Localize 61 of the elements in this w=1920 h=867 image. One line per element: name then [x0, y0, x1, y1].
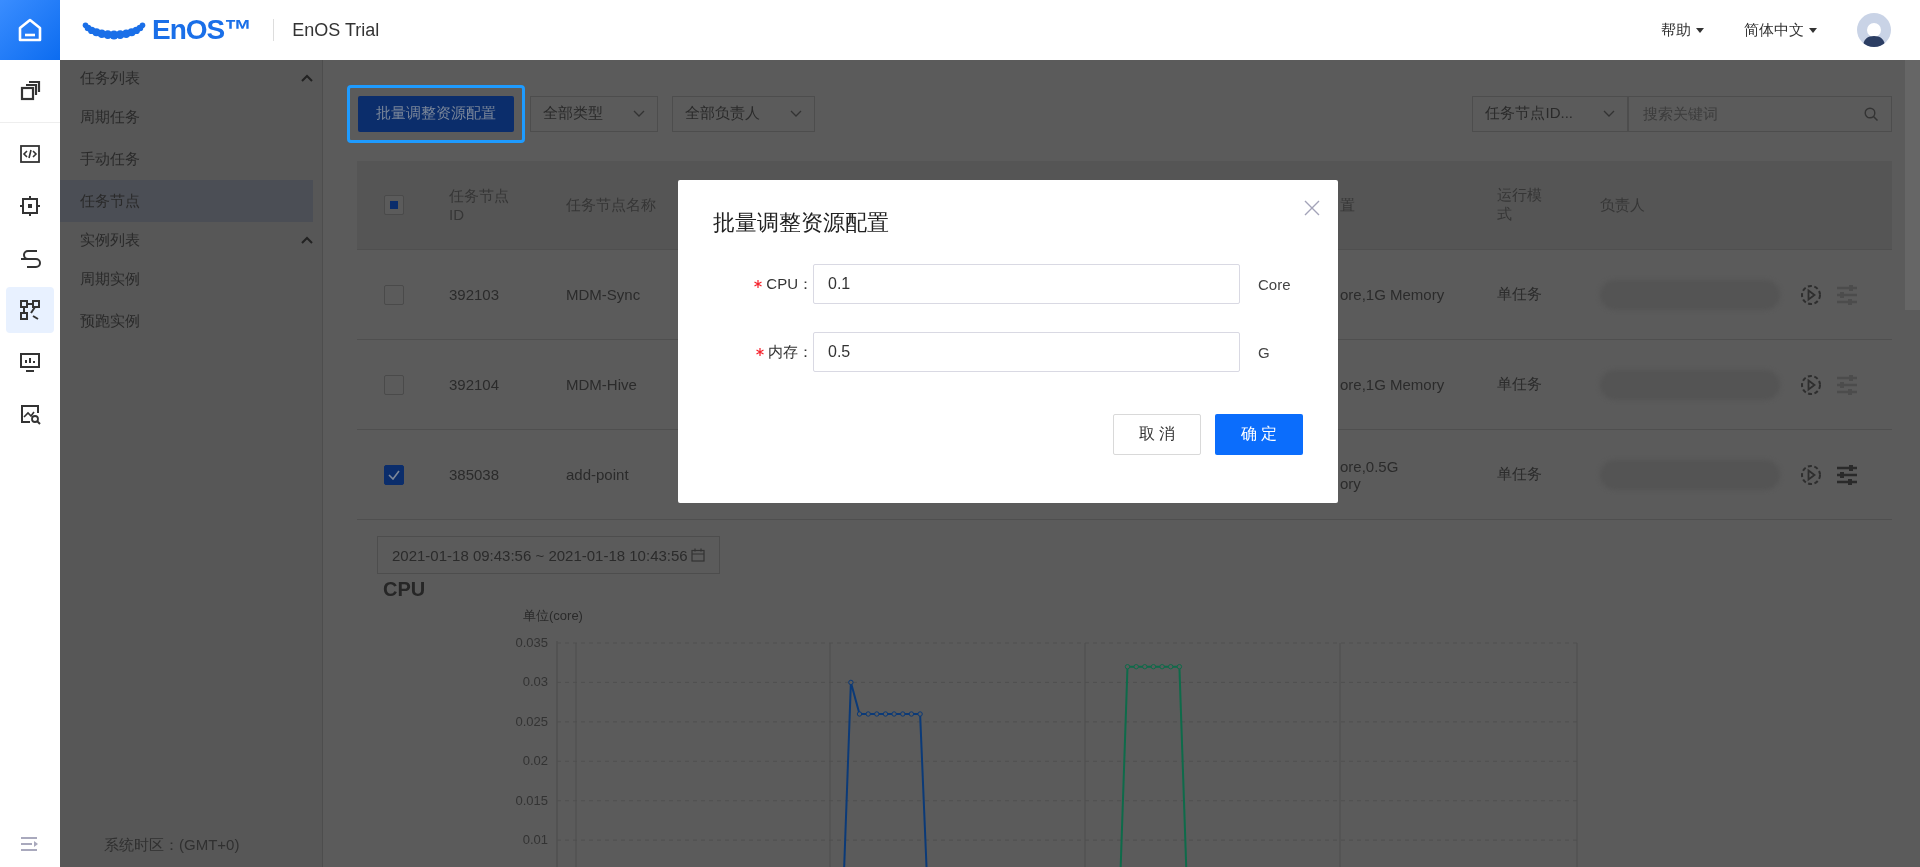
home-icon — [17, 17, 43, 43]
calendar-icon — [691, 548, 705, 562]
run-icon[interactable] — [1800, 463, 1822, 486]
data-point — [1159, 664, 1165, 670]
data-point — [1150, 664, 1157, 670]
chevron-icon — [301, 236, 313, 244]
chevron-down-icon — [1603, 110, 1615, 117]
chart-search-icon — [19, 403, 41, 425]
sliders-icon[interactable] — [1836, 464, 1858, 485]
close-icon[interactable] — [1304, 200, 1320, 216]
cancel-button[interactable]: 取 消 — [1113, 414, 1201, 455]
data-point — [1142, 664, 1148, 670]
dialog-title: 批量调整资源配置 — [713, 209, 890, 237]
input-field[interactable]: 0.1 — [813, 264, 1240, 304]
input-field[interactable]: 0.5 — [813, 332, 1240, 372]
scrollbar[interactable] — [1905, 60, 1920, 310]
user-silhouette-icon — [1863, 21, 1885, 47]
data-point — [856, 711, 863, 717]
data-point — [917, 711, 923, 717]
data-point — [865, 711, 871, 717]
caret-icon — [1809, 27, 1817, 33]
checkbox[interactable] — [384, 195, 404, 215]
chevron-icon — [301, 74, 313, 82]
caret-icon — [1696, 27, 1704, 33]
header-menu[interactable]: 简体中文 — [1744, 20, 1817, 40]
app-title: EnOS Trial — [292, 19, 380, 41]
data-point — [908, 711, 915, 717]
logo-text: EnOS™ — [152, 14, 252, 46]
field-label: 内存： — [768, 342, 813, 362]
ok-button[interactable]: 确 定 — [1215, 414, 1303, 455]
unit-label: Core — [1258, 275, 1291, 293]
run-icon[interactable] — [1800, 283, 1822, 306]
data-point — [900, 711, 906, 717]
data-point — [1133, 664, 1139, 670]
data-point — [1168, 664, 1174, 670]
data-point — [848, 679, 854, 686]
nav-button[interactable] — [6, 287, 54, 333]
expand-menu-icon[interactable] — [20, 836, 40, 852]
monitor-icon — [19, 351, 41, 373]
field-label: CPU： — [766, 274, 813, 294]
run-icon[interactable] — [1800, 373, 1822, 396]
data-point — [882, 711, 889, 717]
search-icon — [1864, 106, 1878, 121]
data-point — [1176, 664, 1183, 670]
batch-config-button[interactable]: 批量调整资源配置 — [358, 95, 514, 132]
data-point — [874, 711, 880, 717]
home-button[interactable] — [0, 0, 60, 60]
nodes-icon — [19, 299, 41, 321]
chevron-down-icon — [790, 110, 802, 117]
check-icon — [388, 469, 400, 480]
code-icon — [19, 143, 41, 165]
chip-icon — [19, 195, 41, 217]
flow-icon — [19, 247, 41, 269]
header-menu[interactable]: 帮助 — [1661, 20, 1704, 40]
chevron-down-icon — [633, 110, 645, 117]
layers-icon — [19, 80, 41, 102]
data-point — [891, 711, 897, 717]
checkbox[interactable] — [384, 464, 404, 485]
data-point — [1124, 664, 1131, 670]
unit-label: G — [1258, 343, 1270, 361]
avatar[interactable] — [1857, 13, 1891, 47]
